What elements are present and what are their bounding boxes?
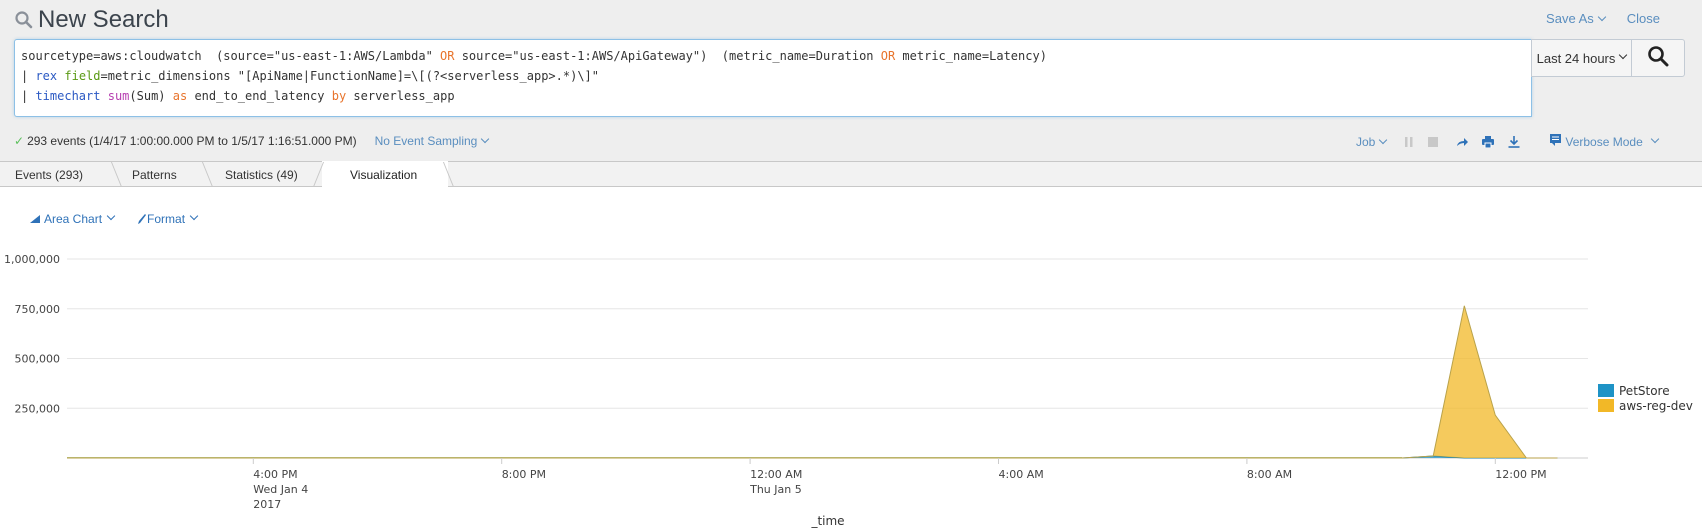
query-keyword: OR (440, 49, 455, 63)
query-text: =metric_dimensions "[ApiName|FunctionNam… (100, 69, 600, 83)
x-tick-label: 2017 (253, 498, 281, 511)
legend-item[interactable]: PetStore (1598, 383, 1693, 398)
x-tick-label: 8:00 PM (502, 468, 546, 481)
tab-statistics[interactable]: Statistics (49) (225, 162, 298, 187)
y-tick-label: 750,000 (15, 303, 61, 316)
event-sampling-dropdown[interactable]: No Event Sampling (374, 134, 490, 148)
query-text: | (21, 69, 36, 83)
query-text: | (21, 89, 36, 103)
query-line: | timechart sum(Sum) as end_to_end_laten… (21, 86, 1525, 106)
x-tick-label: Wed Jan 4 (253, 483, 308, 496)
tab-patterns[interactable]: Patterns (132, 162, 177, 187)
chevron-down-icon (1597, 12, 1606, 22)
search-icon (14, 10, 34, 30)
y-tick-label: 250,000 (15, 402, 61, 415)
search-button[interactable] (1631, 39, 1685, 77)
chart-type-label: Area Chart (44, 212, 103, 226)
share-icon[interactable] (1456, 137, 1469, 147)
query-keyword: timechart (35, 89, 101, 103)
legend-swatch (1598, 399, 1614, 412)
job-label: Job (1356, 134, 1376, 149)
x-tick-label: 8:00 AM (1247, 468, 1292, 481)
pause-icon[interactable] (1404, 136, 1414, 147)
legend-item[interactable]: aws-reg-dev (1598, 398, 1693, 413)
y-tick-label: 500,000 (15, 353, 61, 366)
x-tick-label: 4:00 AM (999, 468, 1044, 481)
check-icon: ✓ (14, 134, 25, 148)
area-chart-icon (30, 215, 40, 223)
message-icon (1550, 134, 1562, 149)
search-icon (1647, 45, 1669, 72)
save-as-label: Save As (1546, 11, 1594, 26)
page-title: New Search (14, 6, 169, 34)
query-text: (Sum) (129, 89, 173, 103)
event-count-status: 293 events (1/4/17 1:00:00.000 PM to 1/5… (27, 134, 357, 148)
area-aws-reg-dev (67, 305, 1558, 458)
search-header: New Search Save As Close sourcetype=aws:… (0, 0, 1702, 162)
chevron-down-icon (106, 211, 116, 221)
save-as-button[interactable]: Save As (1546, 11, 1606, 26)
query-keyword: sum (107, 89, 130, 103)
query-text: serverless_app (346, 89, 455, 103)
x-tick-label: Thu Jan 5 (749, 483, 802, 496)
x-axis-title: _time (810, 514, 844, 528)
x-tick-label: 4:00 PM (253, 468, 297, 481)
export-icon[interactable] (1508, 135, 1520, 148)
query-text: metric_name=Latency) (895, 49, 1047, 63)
line-aws-reg-dev (67, 305, 1558, 459)
chevron-down-icon (189, 211, 199, 221)
close-button[interactable]: Close (1627, 11, 1660, 26)
tab-events[interactable]: Events (293) (15, 162, 83, 187)
search-mode-label: Verbose Mode (1565, 134, 1643, 149)
y-tick-label: 1,000,000 (4, 253, 60, 266)
legend-label: aws-reg-dev (1619, 398, 1693, 413)
tab-divider (110, 162, 123, 187)
format-label: Format (147, 212, 186, 226)
results-tabs: Events (293) Patterns Statistics (49) Vi… (0, 161, 1702, 188)
x-tick-label: 12:00 AM (750, 468, 802, 481)
chart-legend: PetStore aws-reg-dev (1598, 383, 1693, 413)
chevron-down-icon (1619, 50, 1628, 60)
chart-type-dropdown[interactable]: Area Chart (30, 211, 116, 226)
chevron-down-icon (1379, 135, 1388, 144)
chevron-down-icon (481, 134, 490, 144)
event-sampling-label: No Event Sampling (374, 134, 478, 148)
search-query-input[interactable]: sourcetype=aws:cloudwatch (source="us-ea… (14, 39, 1532, 117)
query-keyword: OR (880, 49, 896, 63)
x-tick-label: 12:00 PM (1495, 468, 1546, 481)
chevron-down-icon (1650, 134, 1659, 143)
print-icon[interactable] (1482, 135, 1495, 148)
tab-divider (201, 162, 214, 187)
area-chart: 1,000,000 750,000 500,000 250,000 4:00 PM Wed… (4, 253, 1588, 528)
tab-visualization[interactable]: Visualization (350, 162, 417, 187)
query-text: sourcetype=aws:cloudwatch (source="us-ea… (21, 49, 441, 63)
query-text: source="us-east-1:AWS/ApiGateway") (metr… (454, 49, 881, 63)
legend-label: PetStore (1619, 383, 1670, 398)
job-menu[interactable]: Job (1356, 134, 1388, 149)
query-line: | rex field=metric_dimensions "[ApiName|… (21, 66, 1525, 86)
pencil-icon (138, 214, 147, 224)
stop-icon[interactable] (1428, 136, 1439, 147)
time-range-label: Last 24 hours (1536, 50, 1616, 66)
query-line: sourcetype=aws:cloudwatch (source="us-ea… (21, 46, 1525, 66)
format-dropdown[interactable]: Format (138, 211, 199, 226)
query-text: end_to_end_latency (187, 89, 332, 103)
query-keyword: field (64, 69, 101, 83)
query-keyword: as (172, 89, 188, 103)
time-range-picker[interactable]: Last 24 hours (1531, 39, 1632, 77)
page-title-text: New Search (38, 6, 169, 33)
query-keyword: by (331, 89, 347, 103)
query-keyword: rex (35, 69, 58, 83)
search-mode-dropdown[interactable]: Verbose Mode (1550, 134, 1659, 149)
legend-swatch (1598, 384, 1614, 397)
query-text (100, 89, 107, 103)
